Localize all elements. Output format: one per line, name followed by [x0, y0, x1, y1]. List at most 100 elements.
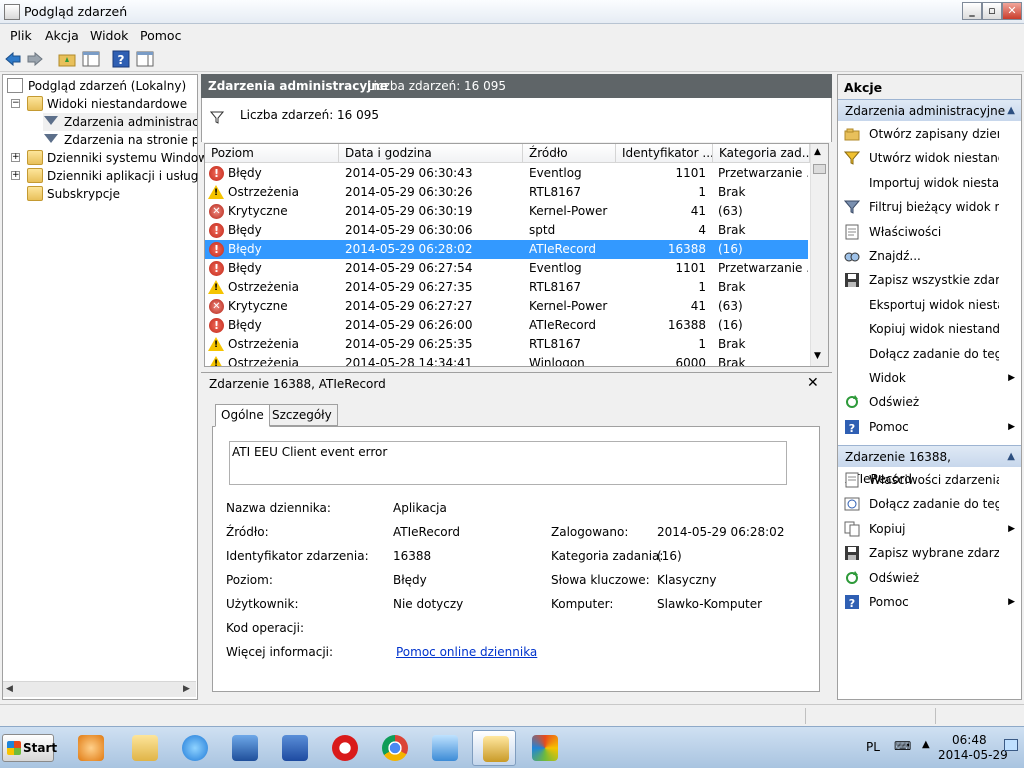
table-row[interactable]: ! Ostrzeżenia 2014-05-29 06:25:35 RTL8167 1 B…: [205, 335, 808, 354]
action-label: Znajdź...: [869, 249, 921, 263]
logged-value: 2014-05-29 06:28:02: [657, 525, 785, 539]
action-item[interactable]: Zapisz wybrane zdarze...: [838, 541, 1021, 565]
internet-explorer-taskbar-button[interactable]: [172, 730, 216, 766]
collapse-caret-icon[interactable]: ▲: [1007, 446, 1015, 468]
event-viewer-taskbar-button[interactable]: [472, 730, 516, 766]
actions-section-admin-events[interactable]: Zdarzenia administracyjne ▲: [838, 99, 1021, 121]
menu-plik[interactable]: Plik: [10, 28, 32, 43]
table-row[interactable]: ! Ostrzeżenia 2014-05-29 06:30:26 RTL8167 1 B…: [205, 183, 808, 202]
action-item[interactable]: Odśwież: [838, 390, 1021, 414]
online-help-link[interactable]: Pomoc online dziennika: [396, 645, 537, 659]
help-icon[interactable]: ?: [112, 50, 130, 68]
action-item[interactable]: ? Pomoc ▶: [838, 415, 1021, 439]
show-hidden-icons-icon[interactable]: ▲: [922, 739, 930, 750]
user-label: Użytkownik:: [226, 597, 299, 611]
action-item[interactable]: Dołącz zadanie do teg...: [838, 342, 1021, 366]
expand-icon[interactable]: +: [11, 153, 20, 162]
action-label: Pomoc: [869, 419, 909, 434]
actions-section-event[interactable]: Zdarzenie 16388, ATIeRecord ▲: [838, 445, 1021, 486]
column-header-id[interactable]: Identyfikator ...: [616, 144, 713, 163]
tree-item-page-events[interactable]: Zdarzenia na stronie pod: [43, 131, 197, 149]
chrome-taskbar-button[interactable]: [372, 730, 416, 766]
action-item[interactable]: Filtruj bieżący widok ni...: [838, 195, 1021, 219]
column-header-source[interactable]: Źródło: [523, 144, 616, 163]
action-item[interactable]: Kopiuj ▶: [838, 517, 1021, 541]
table-row[interactable]: ! Błędy 2014-05-29 06:30:43 Eventlog 1101 Prz…: [205, 164, 808, 183]
table-row[interactable]: ! Ostrzeżenia 2014-05-29 06:27:35 RTL8167 1 B…: [205, 278, 808, 297]
action-item[interactable]: Odśwież: [838, 566, 1021, 590]
media-player-taskbar-button[interactable]: [68, 730, 112, 766]
explorer-taskbar-button[interactable]: [122, 730, 166, 766]
cell-category: Przetwarzanie ...: [718, 261, 808, 275]
action-item[interactable]: Zapisz wszystkie zdarze...: [838, 268, 1021, 292]
app-4a-taskbar-button[interactable]: [222, 730, 266, 766]
forward-arrow-icon[interactable]: [26, 50, 44, 68]
event-viewer-icon: [483, 736, 509, 762]
show-hide-actions-icon[interactable]: [136, 50, 154, 68]
opera-taskbar-button[interactable]: [322, 730, 366, 766]
action-label: Kopiuj widok niestand...: [869, 322, 999, 337]
collapse-caret-icon[interactable]: ▲: [1007, 100, 1015, 122]
action-item[interactable]: Znajdź...: [838, 244, 1021, 268]
svg-text:?: ?: [118, 53, 125, 67]
column-header-date[interactable]: Data i godzina: [339, 144, 523, 163]
scroll-thumb[interactable]: [813, 164, 826, 174]
action-item[interactable]: Właściwości zdarzenia: [838, 468, 1021, 492]
menu-akcja[interactable]: Akcja: [45, 28, 79, 43]
action-item[interactable]: Dołącz zadanie do teg...: [838, 492, 1021, 516]
table-row[interactable]: ✕ Krytyczne 2014-05-29 06:27:27 Kernel-Powe…: [205, 297, 808, 316]
table-row[interactable]: ! Błędy 2014-05-29 06:28:02 ATIeRecord 16388…: [205, 240, 808, 259]
table-row[interactable]: ✕ Krytyczne 2014-05-29 06:30:19 Kernel-Powe…: [205, 202, 808, 221]
opcode-label: Kod operacji:: [226, 621, 304, 635]
action-item[interactable]: Utwórz widok niestand...: [838, 146, 1021, 170]
maximize-button[interactable]: ▫: [982, 2, 1002, 20]
back-arrow-icon[interactable]: [4, 50, 22, 68]
column-header-level[interactable]: Poziom: [205, 144, 339, 163]
show-desktop-icon[interactable]: [1004, 739, 1018, 751]
paint-taskbar-button[interactable]: [522, 730, 566, 766]
action-item[interactable]: Eksportuj widok niesta...: [838, 293, 1021, 317]
error-icon: !: [209, 166, 224, 181]
table-row[interactable]: ! Błędy 2014-05-29 06:26:00 ATIeRecord 16388…: [205, 316, 808, 335]
control-panel-taskbar-button[interactable]: [422, 730, 466, 766]
expand-icon[interactable]: +: [11, 171, 20, 180]
scroll-up-icon[interactable]: ▲: [814, 147, 821, 157]
close-button[interactable]: ✕: [1002, 2, 1022, 20]
scroll-right-icon[interactable]: ▶: [183, 684, 190, 694]
collapse-icon[interactable]: −: [11, 99, 20, 108]
error-icon: !: [209, 261, 224, 276]
source-value: ATIeRecord: [393, 525, 460, 539]
table-vertical-scrollbar[interactable]: ▲ ▼: [810, 144, 828, 366]
word-taskbar-button[interactable]: [272, 730, 316, 766]
action-item[interactable]: Kopiuj widok niestand...: [838, 317, 1021, 341]
tree-item-admin-events[interactable]: Zdarzenia administracyjne: [43, 113, 197, 131]
show-hide-tree-icon[interactable]: [82, 50, 100, 68]
keyboard-icon[interactable]: ⌨: [894, 739, 911, 753]
scroll-down-icon[interactable]: ▼: [814, 351, 821, 361]
scroll-left-icon[interactable]: ◀: [6, 684, 13, 694]
action-item[interactable]: Właściwości: [838, 220, 1021, 244]
up-folder-icon[interactable]: [58, 50, 76, 68]
action-item[interactable]: Widok ▶: [838, 366, 1021, 390]
tree-horizontal-scrollbar[interactable]: ◀ ▶: [3, 681, 196, 697]
action-item[interactable]: Otwórz zapisany dzien...: [838, 122, 1021, 146]
tab-general[interactable]: Ogólne: [215, 404, 270, 427]
minimize-button[interactable]: _: [962, 2, 982, 20]
clock-date[interactable]: 2014-05-29: [938, 748, 1008, 762]
action-item[interactable]: ? Pomoc ▶: [838, 590, 1021, 614]
table-row[interactable]: ! Błędy 2014-05-29 06:27:54 Eventlog 1101 Prz…: [205, 259, 808, 278]
view-title: Zdarzenia administracyjne: [208, 79, 388, 93]
tab-details[interactable]: Szczegóły: [266, 404, 338, 426]
table-row[interactable]: ! Błędy 2014-05-29 06:30:06 sptd 4 Brak: [205, 221, 808, 240]
event-message[interactable]: ATI EEU Client event error: [229, 441, 787, 485]
menu-pomoc[interactable]: Pomoc: [140, 28, 181, 43]
user-value: Nie dotyczy: [393, 597, 464, 611]
language-indicator[interactable]: PL: [866, 740, 880, 754]
start-button[interactable]: Start: [2, 734, 57, 762]
close-detail-icon[interactable]: ✕: [807, 375, 819, 391]
menu-widok[interactable]: Widok: [90, 28, 128, 43]
clock-time[interactable]: 06:48: [952, 733, 987, 747]
column-header-category[interactable]: Kategoria zad...: [713, 144, 810, 163]
table-row[interactable]: ! Ostrzeżenia 2014-05-28 14:34:41 Winlogon 6…: [205, 354, 808, 366]
action-item[interactable]: Importuj widok niesta...: [838, 171, 1021, 195]
